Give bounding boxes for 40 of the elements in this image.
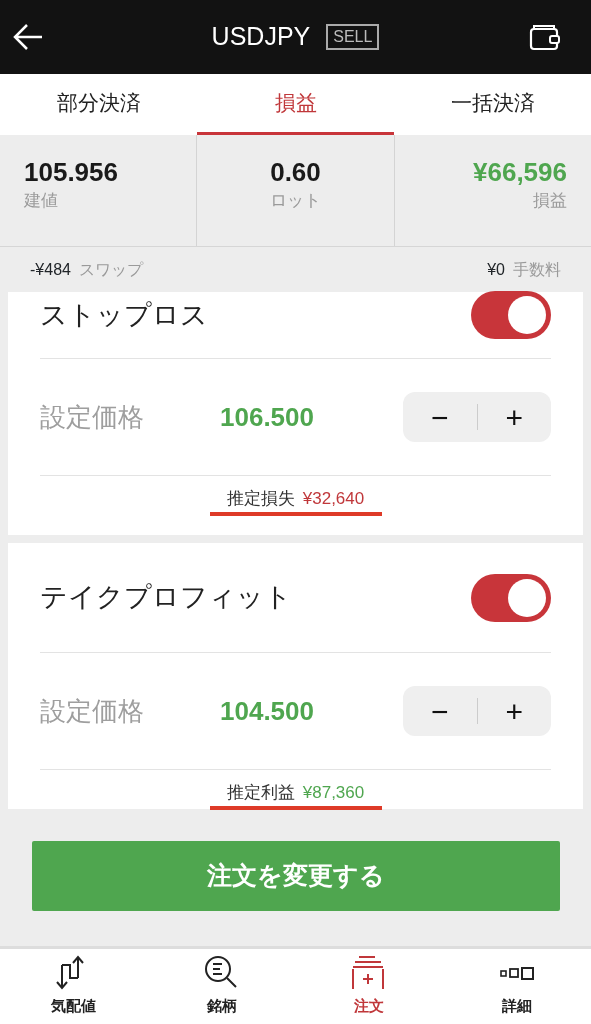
price-value: 106.500 bbox=[220, 400, 315, 434]
stat-value: ¥66,596 bbox=[472, 157, 567, 189]
decrement-button[interactable]: − bbox=[403, 686, 477, 736]
increment-button[interactable]: + bbox=[477, 392, 551, 442]
stat-label: 建値 bbox=[24, 190, 59, 213]
estimate-label: 推定損失 bbox=[226, 488, 295, 510]
price-value: 104.500 bbox=[220, 694, 315, 728]
nav-tab[interactable]: 銘柄 bbox=[147, 949, 296, 1024]
price-label: 設定価格 bbox=[40, 694, 145, 728]
stat-value: 0.60 bbox=[269, 157, 322, 189]
nav-tab[interactable]: 詳細 bbox=[443, 949, 591, 1024]
fee-value: ¥0 bbox=[487, 259, 505, 280]
wallet-button[interactable] bbox=[529, 24, 561, 52]
nav-tab[interactable]: 注文 bbox=[295, 949, 444, 1024]
symbol-title: USDJPY bbox=[211, 21, 311, 53]
toggle-switch[interactable] bbox=[471, 573, 551, 622]
order-title: テイクプロフィット bbox=[40, 581, 292, 615]
increment-button[interactable]: + bbox=[477, 686, 551, 736]
order-title: ストップロス bbox=[40, 298, 208, 332]
stat-label: 損益 bbox=[532, 190, 567, 213]
side-badge: SELL bbox=[326, 24, 380, 50]
estimate-label: 推定利益 bbox=[226, 782, 295, 804]
squares-icon bbox=[500, 967, 535, 980]
price-label: 設定価格 bbox=[40, 400, 145, 434]
swap-value: -¥484 bbox=[30, 259, 71, 280]
estimate-value: ¥32,640 bbox=[302, 488, 365, 510]
tab[interactable]: 損益 bbox=[197, 74, 394, 135]
swap-label: スワップ bbox=[78, 259, 143, 280]
toggle-switch[interactable] bbox=[471, 291, 551, 339]
stat-value: 105.956 bbox=[24, 157, 119, 189]
stat-label: ロット bbox=[269, 190, 322, 213]
decrement-button[interactable]: − bbox=[403, 392, 477, 442]
tab[interactable]: 部分決済 bbox=[0, 74, 197, 135]
estimate-value: ¥87,360 bbox=[302, 782, 365, 804]
wallet-icon bbox=[529, 24, 561, 52]
tab[interactable]: 一括決済 bbox=[394, 74, 591, 135]
fee-label: 手数料 bbox=[513, 259, 561, 280]
back-arrow-icon bbox=[12, 22, 44, 52]
nav-tab[interactable]: 気配値 bbox=[0, 949, 148, 1024]
back-button[interactable] bbox=[12, 22, 44, 52]
